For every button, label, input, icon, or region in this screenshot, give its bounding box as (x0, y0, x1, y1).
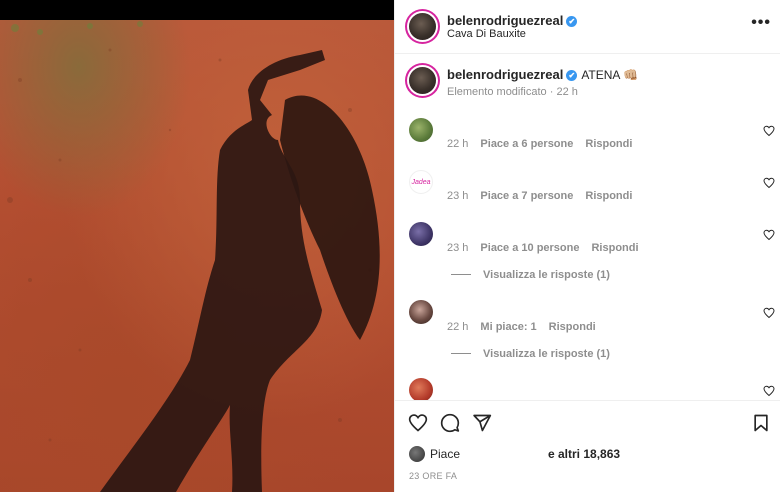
comment-likes[interactable]: Piace a 10 persone (480, 242, 579, 254)
comment-meta: 22 h Mi piace: 1 Rispondi (447, 321, 608, 333)
post-photo[interactable] (0, 0, 394, 492)
replies-dash (451, 274, 471, 275)
reply-button[interactable]: Rispondi (549, 321, 596, 333)
comment-likes[interactable]: Piace a 6 persone (480, 138, 573, 150)
comment-item: Jadea 23 h Piace a 7 persone Rispondi (395, 170, 780, 210)
heart-icon[interactable] (763, 177, 775, 189)
likes-count[interactable]: e altri 18,863 (548, 447, 620, 461)
post-date[interactable]: 23 ORE FA (409, 471, 457, 481)
shadow-silhouette (7, 21, 380, 492)
caption-meta: Elemento modificato · 22 h (447, 86, 578, 98)
heart-icon[interactable] (763, 229, 775, 241)
comment-likes[interactable]: Piace a 7 persone (480, 190, 573, 202)
commenter-avatar[interactable] (409, 300, 433, 324)
post-caption: belenrodriguezreal ✔ ATENA 👊🏼 Elemento mod… (395, 54, 780, 114)
comment-item: 22 h Piace a 6 persone Rispondi (395, 118, 780, 158)
replies-dash (451, 353, 471, 354)
post-location[interactable]: Cava Di Bauxite (447, 28, 526, 40)
commenter-avatar[interactable] (409, 118, 433, 142)
comment-item (395, 378, 780, 400)
comment-likes[interactable]: Mi piace: 1 (480, 321, 536, 333)
comment-item: 23 h Piace a 10 persone Rispondi (395, 222, 780, 262)
heart-icon[interactable] (763, 125, 775, 137)
caption-avatar[interactable] (409, 67, 436, 94)
caption-line: belenrodriguezreal ✔ ATENA 👊🏼 (447, 67, 638, 82)
bookmark-icon[interactable] (751, 413, 771, 433)
post-header: belenrodriguezreal ✔ Cava Di Bauxite ••• (395, 0, 780, 54)
comment-time: 22 h (447, 321, 469, 333)
comment-item: 22 h Mi piace: 1 Rispondi (395, 300, 780, 340)
post-actions: Piace e altri 18,863 23 ORE FA (395, 400, 780, 492)
comment-meta: 22 h Piace a 6 persone Rispondi (447, 138, 644, 150)
edited-label: Elemento modificato (447, 86, 547, 98)
caption-username[interactable]: belenrodriguezreal (447, 67, 563, 82)
view-replies-link[interactable]: Visualizza le risposte (1) (451, 348, 610, 360)
commenter-avatar[interactable]: Jadea (409, 170, 433, 194)
author-avatar[interactable] (409, 13, 436, 40)
like-heart-icon[interactable] (408, 413, 428, 433)
comment-meta: 23 h Piace a 7 persone Rispondi (447, 190, 644, 202)
liker-avatar[interactable] (409, 446, 425, 462)
comment-time: 23 h (447, 242, 469, 254)
heart-icon[interactable] (763, 385, 775, 397)
comments-panel: belenrodriguezreal ✔ Cava Di Bauxite ••• … (394, 0, 780, 492)
more-options-icon[interactable]: ••• (751, 14, 771, 32)
comment-time: 23 h (447, 190, 469, 202)
verified-badge-icon: ✔ (566, 16, 578, 27)
caption-time: 22 h (556, 86, 578, 98)
comment-meta: 23 h Piace a 10 persone Rispondi (447, 242, 651, 254)
view-replies-label: Visualizza le risposte (1) (483, 348, 610, 360)
comment-time: 22 h (447, 138, 469, 150)
caption-text: ATENA 👊🏼 (581, 68, 639, 82)
view-replies-link[interactable]: Visualizza le risposte (1) (451, 269, 610, 281)
heart-icon[interactable] (763, 307, 775, 319)
share-send-icon[interactable] (472, 413, 492, 433)
reply-button[interactable]: Rispondi (585, 138, 632, 150)
reply-button[interactable]: Rispondi (591, 242, 638, 254)
commenter-avatar[interactable] (409, 222, 433, 246)
commenter-avatar[interactable] (409, 378, 433, 400)
view-replies-label: Visualizza le risposte (1) (483, 269, 610, 281)
reply-button[interactable]: Rispondi (585, 190, 632, 202)
verified-badge-icon: ✔ (566, 70, 578, 81)
comment-bubble-icon[interactable] (440, 413, 460, 433)
liked-by-label: Piace (430, 447, 461, 461)
author-username[interactable]: belenrodriguezreal (447, 13, 563, 28)
